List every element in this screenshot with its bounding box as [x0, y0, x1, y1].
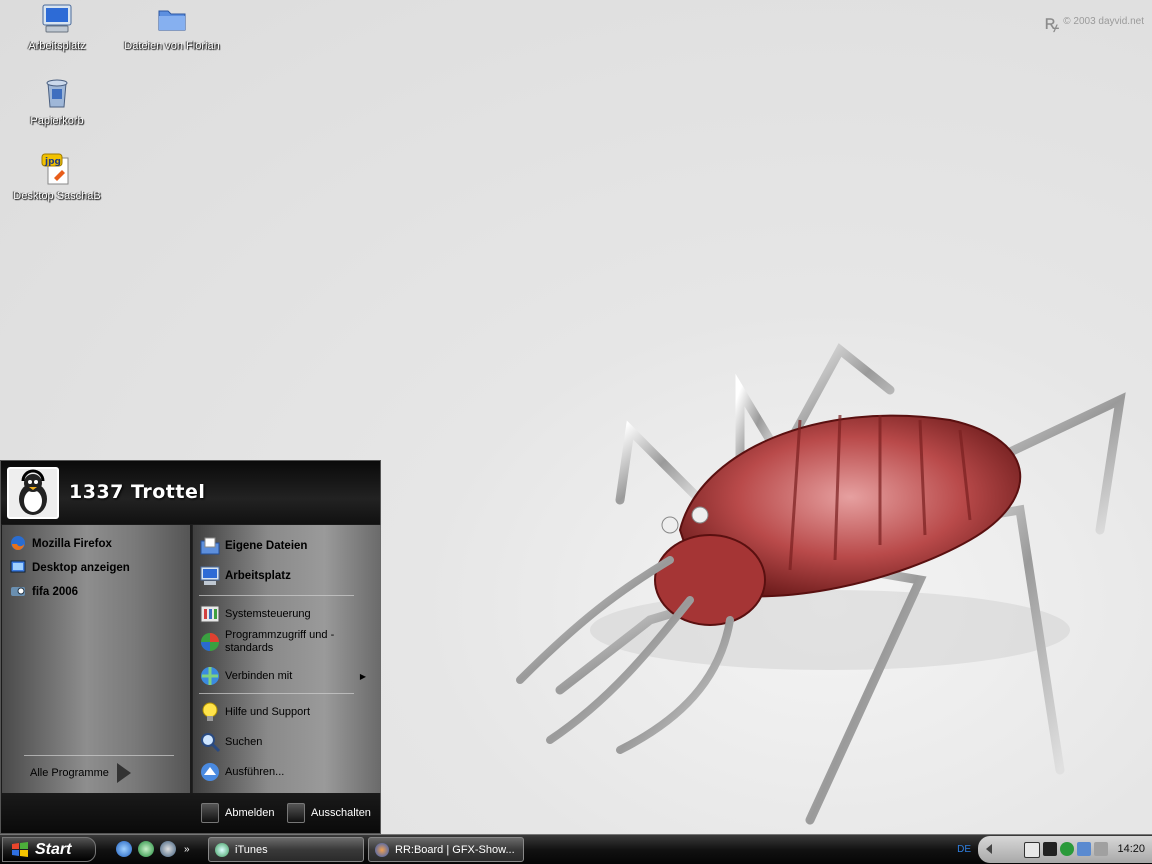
- steam-tray-icon[interactable]: [1043, 842, 1057, 856]
- start-menu-footer: Abmelden Ausschalten: [1, 793, 380, 833]
- firefox-icon: [375, 842, 389, 857]
- recycle-bin-icon: [46, 79, 68, 108]
- shutdown-button[interactable]: Ausschalten: [287, 803, 371, 823]
- messenger-icon[interactable]: [160, 841, 176, 857]
- place-item-arbeitsplatz[interactable]: Arbeitsplatz: [199, 565, 291, 587]
- program-defaults-icon: [199, 631, 221, 653]
- place-item-hilfe-und-support[interactable]: Hilfe und Support: [199, 701, 310, 723]
- desktop-icon-label: Dateien von Florian: [124, 40, 220, 52]
- desktop-icon-dateien-von-florian[interactable]: Dateien von Florian: [122, 2, 222, 52]
- place-item-suchen[interactable]: Suchen: [199, 731, 262, 753]
- search-icon: [199, 731, 221, 753]
- place-item-ausfuehren[interactable]: Ausführen...: [199, 761, 284, 783]
- dayvid-logo-icon: ꝶ: [1044, 10, 1060, 34]
- start-item-fifa-2006[interactable]: fifa 2006: [10, 583, 78, 601]
- arrow-right-icon: [116, 763, 131, 783]
- start-menu: 1337 Trottel Mozilla Firefox Desktop anz…: [0, 460, 381, 834]
- control-panel-icon: [199, 603, 221, 625]
- start-item-label: Desktop anzeigen: [32, 562, 130, 574]
- itunes-icon: [215, 842, 229, 857]
- firefox-icon: [10, 535, 28, 553]
- start-menu-header: 1337 Trottel: [1, 461, 380, 524]
- watermark-text: © 2003 dayvid.net: [1063, 16, 1144, 27]
- language-indicator[interactable]: DE: [957, 844, 971, 855]
- submenu-arrow-icon: ▶: [359, 671, 366, 681]
- place-item-programmzugriff[interactable]: Programmzugriff und -standards: [199, 629, 335, 655]
- desktop-icon-papierkorb[interactable]: Papierkorb: [7, 77, 107, 127]
- speaker-tray-icon[interactable]: [1094, 842, 1108, 856]
- task-button-rrboard[interactable]: RR:Board | GFX-Show...: [368, 837, 524, 862]
- computer-icon: [199, 565, 221, 587]
- place-item-label: Arbeitsplatz: [225, 570, 291, 582]
- start-item-label: fifa 2006: [32, 586, 79, 598]
- pinned-separator: [24, 755, 174, 756]
- desktop-icon-label: Papierkorb: [30, 115, 84, 127]
- place-item-label: Hilfe und Support: [225, 706, 310, 718]
- network-connect-icon: [199, 665, 221, 687]
- places-separator: [199, 693, 354, 694]
- place-item-label: Programmzugriff und -standards: [225, 629, 335, 654]
- place-item-label: Eigene Dateien: [225, 540, 308, 552]
- logoff-button[interactable]: Abmelden: [201, 803, 275, 823]
- svg-text:jpg: jpg: [44, 157, 61, 167]
- penguin-avatar-icon: [19, 469, 47, 515]
- windows-logo-icon: [12, 841, 28, 857]
- computer-icon: [42, 4, 72, 33]
- ie-icon[interactable]: [116, 841, 132, 857]
- folder-icon: [158, 10, 186, 31]
- places-separator: [199, 595, 354, 596]
- desktop-icon-arbeitsplatz[interactable]: Arbeitsplatz: [7, 2, 107, 52]
- quick-launch: »: [116, 841, 190, 857]
- chevron-right-icon[interactable]: »: [184, 844, 190, 855]
- wallpaper-insect-artwork: [516, 343, 1126, 825]
- help-bulb-icon: [199, 701, 221, 723]
- task-label: iTunes: [235, 843, 268, 856]
- all-programs-button[interactable]: Alle Programme: [30, 763, 131, 783]
- task-button-itunes[interactable]: iTunes: [208, 837, 364, 862]
- shutdown-label: Ausschalten: [311, 807, 371, 819]
- place-item-verbinden-mit[interactable]: Verbinden mit ▶: [199, 665, 374, 687]
- wallpaper-watermark: ꝶ © 2003 dayvid.net: [1044, 8, 1144, 35]
- logoff-icon: [201, 803, 219, 823]
- system-tray: 14:20: [978, 836, 1152, 863]
- start-menu-pinned-list: Mozilla Firefox Desktop anzeigen fifa 20…: [2, 525, 190, 793]
- place-item-label: Ausführen...: [225, 766, 285, 778]
- start-label: Start: [35, 840, 72, 858]
- network-tray-icon[interactable]: [1077, 842, 1091, 856]
- documents-folder-icon: [199, 535, 221, 557]
- desktop-icon-desktop-saschab[interactable]: jpg Desktop SaschaB: [7, 152, 107, 202]
- start-item-label: Mozilla Firefox: [32, 538, 112, 550]
- place-item-label: Systemsteuerung: [225, 608, 311, 620]
- clock[interactable]: 14:20: [1117, 843, 1145, 855]
- chevron-left-icon[interactable]: [986, 844, 992, 854]
- place-item-eigene-dateien[interactable]: Eigene Dateien: [199, 535, 307, 557]
- start-button[interactable]: Start: [2, 837, 96, 862]
- run-icon: [199, 761, 221, 783]
- place-item-label: Verbinden mit: [225, 670, 293, 682]
- desktop-icon-label: Arbeitsplatz: [28, 40, 86, 52]
- user-avatar[interactable]: [7, 467, 59, 519]
- start-item-desktop-anzeigen[interactable]: Desktop anzeigen: [10, 559, 130, 577]
- place-item-systemsteuerung[interactable]: Systemsteuerung: [199, 603, 311, 625]
- media-icon[interactable]: [138, 841, 154, 857]
- logoff-label: Abmelden: [225, 807, 275, 819]
- jpg-file-icon: jpg: [41, 153, 69, 185]
- desktop-icon-label: Desktop SaschaB: [13, 190, 101, 202]
- place-item-label: Suchen: [225, 736, 263, 748]
- task-label: RR:Board | GFX-Show...: [395, 843, 515, 856]
- display-tray-icon[interactable]: [1024, 842, 1040, 858]
- start-menu-places-list: Eigene Dateien Arbeitsplatz Systemsteuer…: [192, 525, 381, 793]
- user-name: 1337 Trottel: [69, 481, 206, 503]
- taskbar: Start » iTunes RR:Board | GFX-Show... DE…: [0, 834, 1152, 864]
- tray-icons: [1024, 842, 1108, 858]
- antivirus-tray-icon[interactable]: [1060, 842, 1074, 856]
- all-programs-label: Alle Programme: [30, 767, 109, 779]
- power-icon: [287, 803, 305, 823]
- start-item-mozilla-firefox[interactable]: Mozilla Firefox: [10, 535, 112, 553]
- show-desktop-icon: [10, 559, 28, 577]
- game-icon: [10, 583, 28, 601]
